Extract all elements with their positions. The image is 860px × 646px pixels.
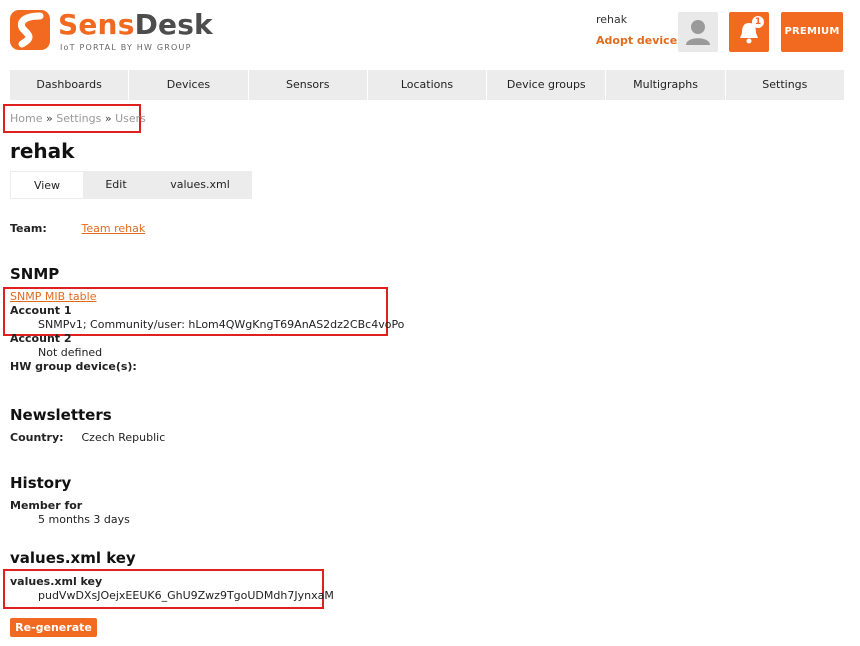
account2-label: Account 2 [10,332,72,345]
account2-value: Not defined [38,346,103,359]
nav-item-multigraphs[interactable]: Multigraphs [606,70,726,100]
breadcrumb-settings[interactable]: Settings [56,112,101,125]
regenerate-button[interactable]: Re-generate [10,618,97,637]
user-icon [686,20,710,45]
values-xml-key-heading: values.xml key [10,549,136,567]
member-for-value: 5 months 3 days [38,513,130,526]
country-row: Country: Czech Republic [10,431,165,444]
member-for-label: Member for [10,499,83,512]
nav-item-locations[interactable]: Locations [368,70,488,100]
values-xml-key-section: values.xml key pudVwDXsJOejxEEUK6_GhU9Zw… [10,575,334,603]
values-xml-key-value: pudVwDXsJOejxEEUK6_GhU9Zwz9TgoUDMdh7Jynx… [38,589,334,602]
header: SensDesk IoT PORTAL BY HW GROUP rehak Ad… [0,0,860,66]
user-name[interactable]: rehak [596,13,677,26]
snmp-mib-table-link[interactable]: SNMP MIB table [10,290,96,303]
logo-title: SensDesk [58,8,213,41]
nav-item-sensors[interactable]: Sensors [249,70,368,100]
breadcrumb-home[interactable]: Home [10,112,42,125]
team-label: Team: [10,222,47,235]
sensdesk-logo[interactable]: SensDesk IoT PORTAL BY HW GROUP [10,8,213,56]
avatar[interactable] [678,12,718,52]
history-section: Member for 5 months 3 days [10,499,130,527]
notification-count-badge: 1 [752,16,764,28]
notifications-button[interactable]: 1 [729,12,769,52]
country-label: Country: [10,431,64,444]
main-nav: Dashboards Devices Sensors Locations Dev… [10,70,844,100]
tab-values-xml[interactable]: values.xml [148,171,252,199]
hw-group-devices-label: HW group device(s): [10,360,137,373]
premium-button[interactable]: PREMIUM [781,12,843,52]
breadcrumb: Home » Settings » Users [10,112,146,125]
account1-label: Account 1 [10,304,72,317]
breadcrumb-separator: » [45,112,53,125]
adopt-device-link[interactable]: Adopt device [596,34,677,47]
country-value: Czech Republic [81,431,166,444]
snmp-section: SNMP MIB table Account 1 SNMPv1; Communi… [10,290,404,374]
team-link[interactable]: Team rehak [82,222,146,235]
sensdesk-logo-icon [10,10,50,50]
breadcrumb-users[interactable]: Users [115,112,146,125]
account1-value: SNMPv1; Community/user: hLom4QWgKngT69An… [38,318,405,331]
newsletters-heading: Newsletters [10,406,112,424]
nav-item-settings[interactable]: Settings [726,70,844,100]
tab-edit[interactable]: Edit [84,171,148,199]
page-title: rehak [10,139,75,163]
snmp-heading: SNMP [10,265,60,283]
team-row: Team: Team rehak [10,222,145,235]
nav-item-devices[interactable]: Devices [129,70,249,100]
history-heading: History [10,474,72,492]
values-xml-key-label: values.xml key [10,575,103,588]
nav-item-device-groups[interactable]: Device groups [487,70,607,100]
logo-subtitle: IoT PORTAL BY HW GROUP [60,43,192,52]
user-block: rehak Adopt device [596,13,677,47]
nav-item-dashboards[interactable]: Dashboards [10,70,130,100]
tab-view[interactable]: View [10,171,84,199]
tabs: View Edit values.xml [10,171,252,199]
breadcrumb-separator: » [104,112,112,125]
